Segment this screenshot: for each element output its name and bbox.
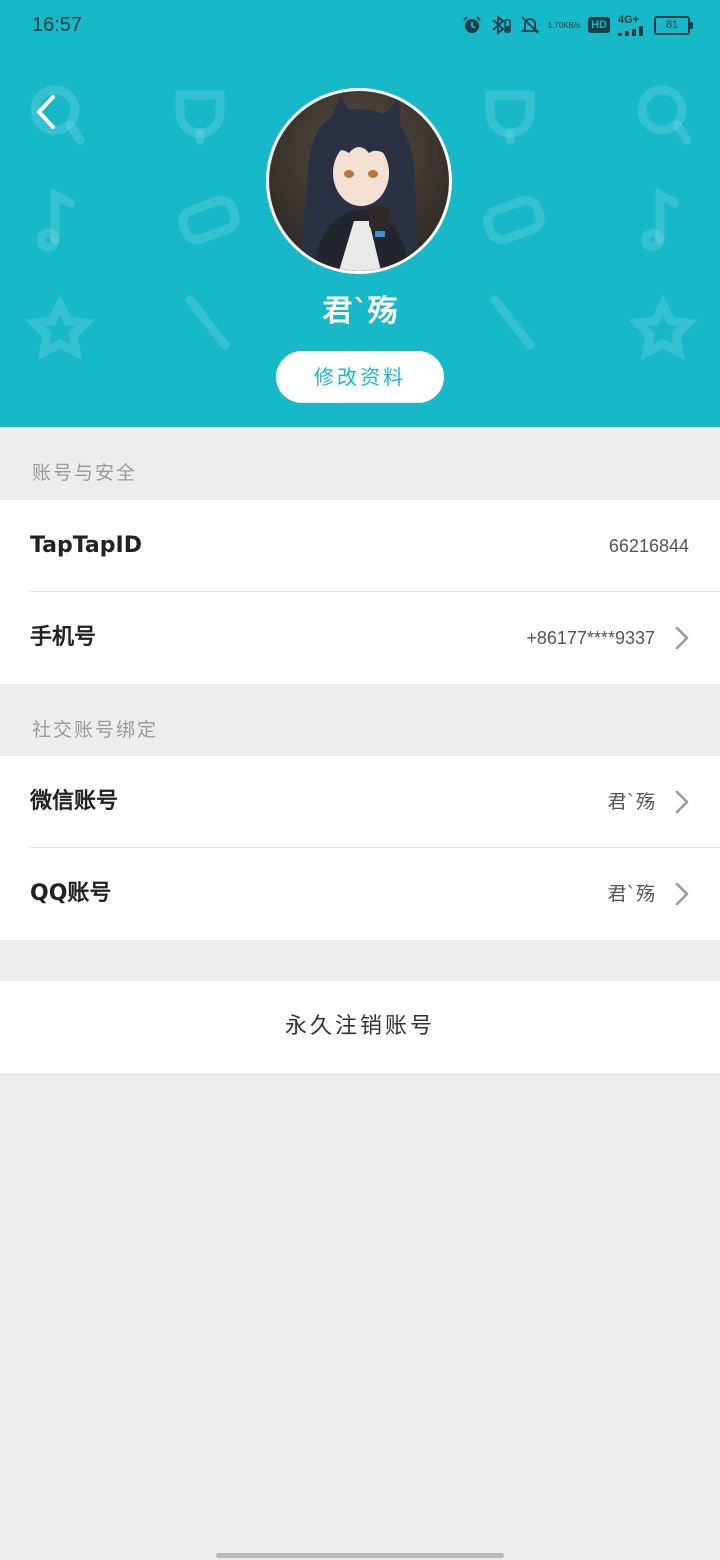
avatar[interactable] <box>266 88 452 274</box>
taptap-id-label: TapTapID <box>30 533 142 558</box>
qq-label: QQ账号 <box>30 881 112 906</box>
back-arrow-icon <box>37 95 55 129</box>
hd-badge: HD <box>588 17 610 33</box>
delete-account-button[interactable]: 永久注销账号 <box>0 981 720 1073</box>
bluetooth-icon <box>490 15 512 35</box>
taptap-id-row[interactable]: TapTapID 66216844 <box>0 500 720 592</box>
chevron-right-icon <box>675 790 689 814</box>
phone-row[interactable]: 手机号 +86177****9337 <box>0 592 720 684</box>
profile-header: 16:57 1.70 KB/s HD 4G+ 81 君`殇 修改资料 <box>0 0 720 427</box>
avatar-image <box>299 96 419 271</box>
alarm-icon <box>462 15 482 35</box>
chevron-right-icon <box>675 626 689 650</box>
taptap-id-value: 66216844 <box>608 536 689 556</box>
back-button[interactable] <box>28 92 64 132</box>
section-title-account-security: 账号与安全 <box>32 462 138 484</box>
qq-row[interactable]: QQ账号 君`殇 <box>0 848 720 940</box>
status-bar: 16:57 1.70 KB/s HD 4G+ 81 <box>0 0 720 54</box>
wechat-value: 君`殇 <box>607 791 655 813</box>
status-time: 16:57 <box>32 14 83 36</box>
wechat-row[interactable]: 微信账号 君`殇 <box>0 756 720 848</box>
status-icons: 1.70 KB/s HD 4G+ 81 <box>462 14 693 36</box>
phone-label: 手机号 <box>30 625 97 650</box>
section-title-social-binding: 社交账号绑定 <box>32 719 159 741</box>
battery-indicator: 81 <box>654 15 693 35</box>
phone-value: +86177****9337 <box>526 628 655 648</box>
wechat-label: 微信账号 <box>30 789 119 814</box>
mute-icon <box>520 15 540 35</box>
network-speed: 1.70 KB/s <box>547 20 581 30</box>
chevron-right-icon <box>675 882 689 906</box>
home-indicator[interactable] <box>216 1553 504 1558</box>
username: 君`殇 <box>322 294 398 329</box>
edit-profile-button[interactable]: 修改资料 <box>276 351 444 403</box>
qq-value: 君`殇 <box>607 883 655 905</box>
signal-icon: 4G+ <box>618 14 646 36</box>
